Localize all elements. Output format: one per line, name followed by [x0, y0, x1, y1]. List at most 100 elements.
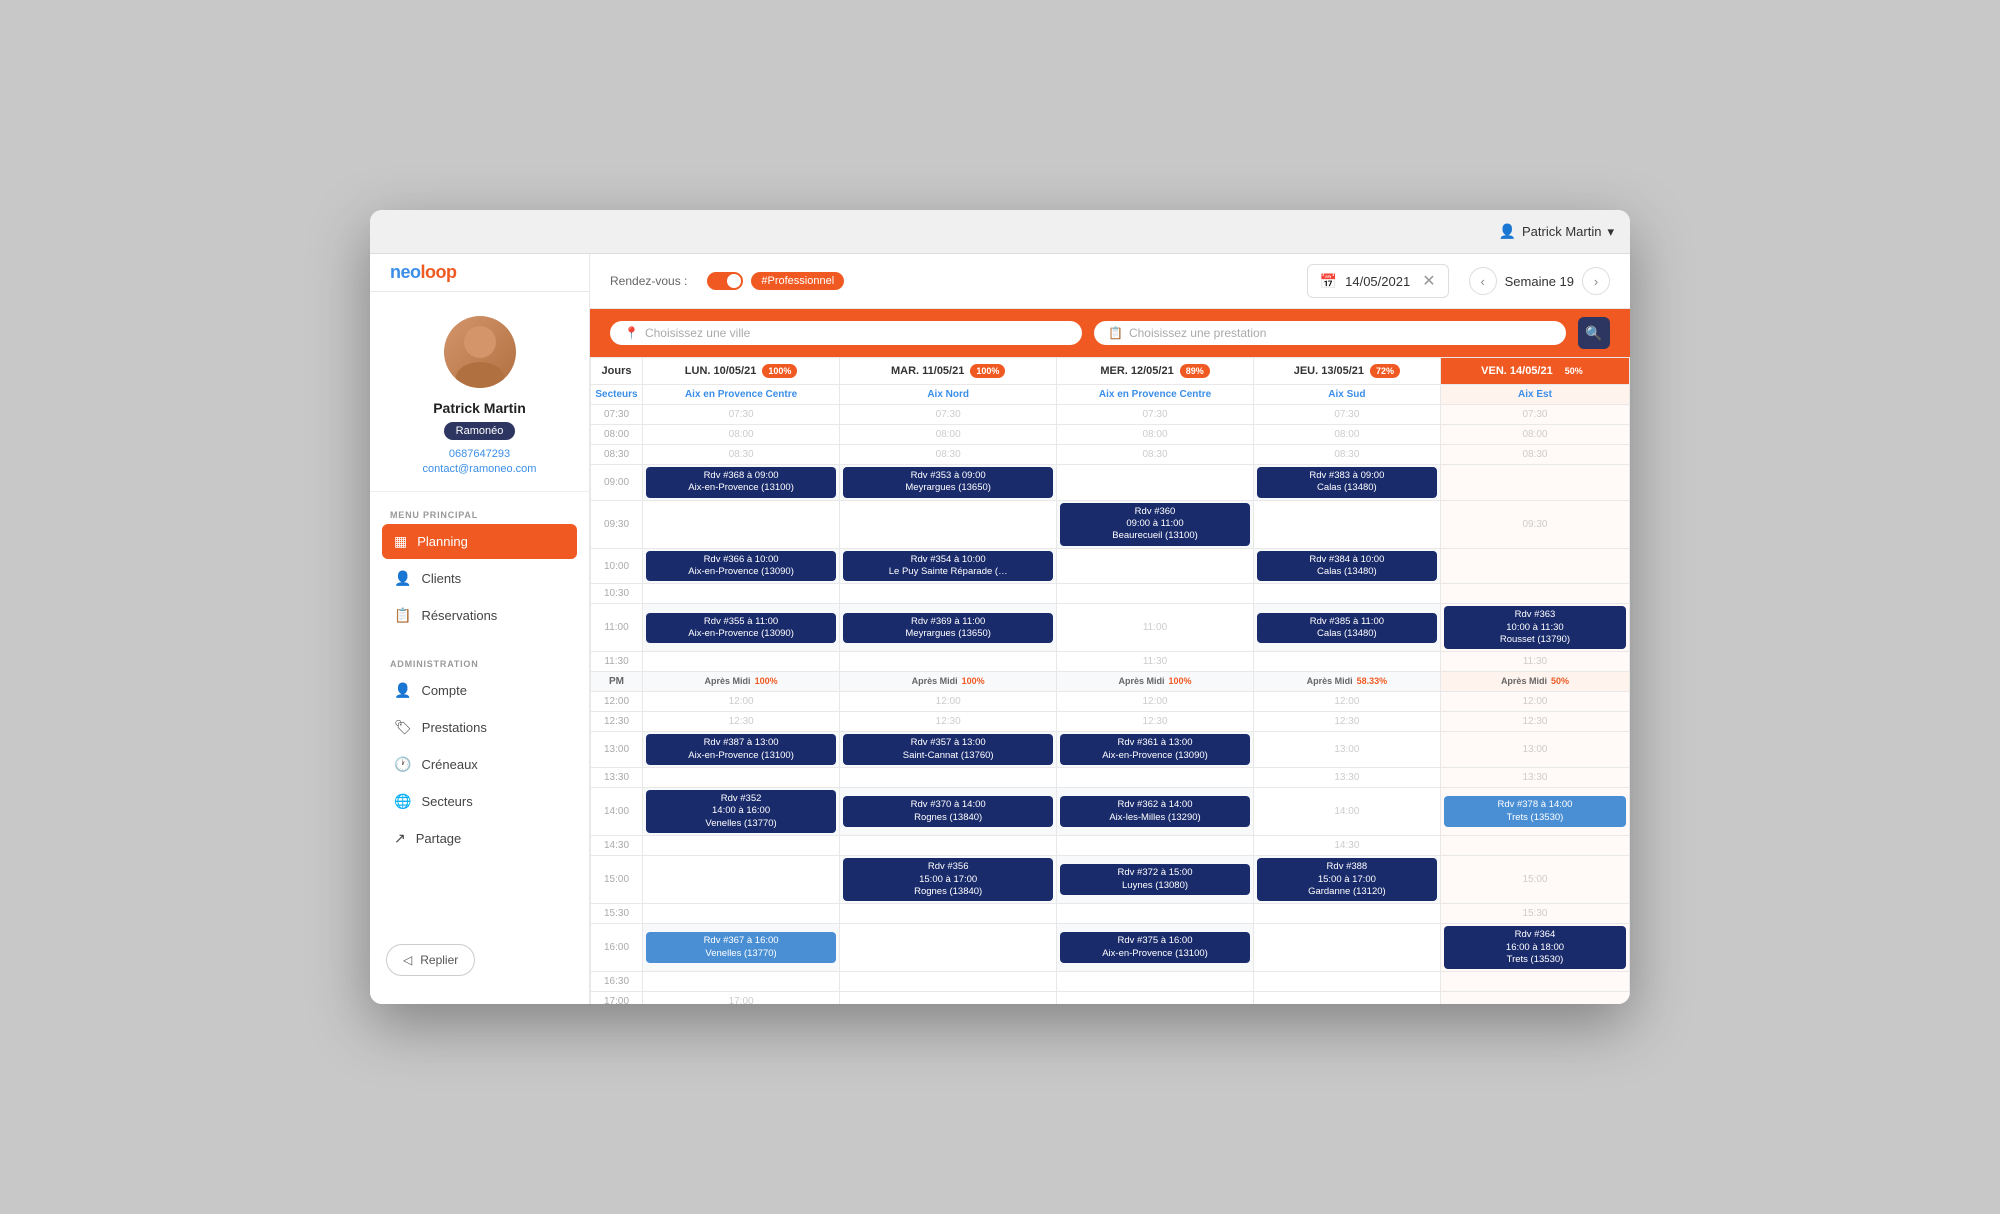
- appointment[interactable]: Rdv #363 10:00 à 11:30 Rousset (13790): [1444, 606, 1626, 649]
- appt-cell[interactable]: Rdv #369 à 11:00 Meyrargues (13650): [840, 604, 1057, 652]
- sidebar-item-compte[interactable]: 👤 Compte: [382, 673, 577, 708]
- appt-cell[interactable]: 08:00: [1057, 425, 1254, 445]
- appt-cell[interactable]: 13:30: [1440, 768, 1629, 788]
- appointment[interactable]: Rdv #356 15:00 à 17:00 Rognes (13840): [843, 858, 1053, 901]
- appt-cell[interactable]: Rdv #354 à 10:00 Le Puy Sainte Réparade …: [840, 548, 1057, 584]
- appt-cell[interactable]: Rdv #388 15:00 à 17:00 Gardanne (13120): [1253, 856, 1440, 904]
- appointment[interactable]: Rdv #378 à 14:00 Trets (13530): [1444, 796, 1626, 827]
- user-menu[interactable]: 👤 Patrick Martin ▾: [1499, 223, 1614, 240]
- appt-cell[interactable]: 08:00: [1440, 425, 1629, 445]
- appt-cell[interactable]: [1253, 904, 1440, 924]
- replier-button[interactable]: ◁ Replier: [386, 944, 475, 976]
- appt-cell[interactable]: 08:30: [1440, 445, 1629, 465]
- appointment[interactable]: Rdv #352 14:00 à 16:00 Venelles (13770): [646, 790, 836, 833]
- appt-cell[interactable]: [840, 584, 1057, 604]
- appt-cell[interactable]: [840, 836, 1057, 856]
- appt-cell[interactable]: Rdv #368 à 09:00 Aix-en-Provence (13100): [643, 465, 840, 501]
- appt-cell[interactable]: [1253, 500, 1440, 548]
- appointment[interactable]: Rdv #353 à 09:00 Meyrargues (13650): [843, 467, 1053, 498]
- appt-cell[interactable]: Rdv #355 à 11:00 Aix-en-Provence (13090): [643, 604, 840, 652]
- appt-cell[interactable]: Rdv #383 à 09:00 Calas (13480): [1253, 465, 1440, 501]
- sidebar-item-secteurs[interactable]: 🌐 Secteurs: [382, 784, 577, 819]
- appt-cell[interactable]: 12:30: [1440, 712, 1629, 732]
- appt-cell[interactable]: [1057, 972, 1254, 992]
- appt-cell[interactable]: Rdv #367 à 16:00 Venelles (13770): [643, 924, 840, 972]
- appointment[interactable]: Rdv #383 à 09:00 Calas (13480): [1257, 467, 1437, 498]
- appt-cell[interactable]: [1057, 548, 1254, 584]
- appt-cell[interactable]: Rdv #360 09:00 à 11:00 Beaurecueil (1310…: [1057, 500, 1254, 548]
- search-button[interactable]: 🔍: [1578, 317, 1610, 349]
- appointment[interactable]: Rdv #369 à 11:00 Meyrargues (13650): [843, 613, 1053, 644]
- appt-cell[interactable]: 07:30: [1253, 405, 1440, 425]
- appt-cell[interactable]: 12:00: [643, 692, 840, 712]
- appt-cell[interactable]: 07:30: [643, 405, 840, 425]
- appt-cell[interactable]: [1057, 768, 1254, 788]
- appt-cell[interactable]: [1440, 972, 1629, 992]
- appt-cell[interactable]: [1057, 992, 1254, 1004]
- appt-cell[interactable]: Rdv #353 à 09:00 Meyrargues (13650): [840, 465, 1057, 501]
- appt-cell[interactable]: 12:30: [840, 712, 1057, 732]
- appt-cell[interactable]: Rdv #372 à 15:00 Luynes (13080): [1057, 856, 1254, 904]
- appt-cell[interactable]: [840, 652, 1057, 672]
- appt-cell[interactable]: [1253, 652, 1440, 672]
- appt-cell[interactable]: [840, 500, 1057, 548]
- appt-cell[interactable]: [1253, 584, 1440, 604]
- appt-cell[interactable]: [840, 768, 1057, 788]
- appt-cell[interactable]: 14:00: [1253, 788, 1440, 836]
- appointment[interactable]: Rdv #387 à 13:00 Aix-en-Provence (13100): [646, 734, 836, 765]
- appt-cell[interactable]: 17:00: [643, 992, 840, 1004]
- appt-cell[interactable]: 08:00: [840, 425, 1057, 445]
- appointment[interactable]: Rdv #372 à 15:00 Luynes (13080): [1060, 864, 1250, 895]
- appt-cell[interactable]: [1057, 836, 1254, 856]
- appt-cell[interactable]: Rdv #357 à 13:00 Saint-Cannat (13760): [840, 732, 1057, 768]
- appt-cell[interactable]: Rdv #363 10:00 à 11:30 Rousset (13790): [1440, 604, 1629, 652]
- date-picker[interactable]: 📅 14/05/2021 ✕: [1307, 264, 1449, 298]
- appt-cell[interactable]: [643, 856, 840, 904]
- appt-cell[interactable]: [1440, 465, 1629, 501]
- appt-cell[interactable]: 08:30: [840, 445, 1057, 465]
- appt-cell[interactable]: Rdv #370 à 14:00 Rognes (13840): [840, 788, 1057, 836]
- appt-cell[interactable]: [1253, 924, 1440, 972]
- sidebar-item-planning[interactable]: ▦ Planning: [382, 524, 577, 559]
- appointment[interactable]: Rdv #362 à 14:00 Aix-les-Milles (13290): [1060, 796, 1250, 827]
- appt-cell[interactable]: 13:30: [1253, 768, 1440, 788]
- appt-cell[interactable]: Rdv #384 à 10:00 Calas (13480): [1253, 548, 1440, 584]
- appointment[interactable]: Rdv #385 à 11:00 Calas (13480): [1257, 613, 1437, 644]
- appointment[interactable]: Rdv #360 09:00 à 11:00 Beaurecueil (1310…: [1060, 503, 1250, 546]
- appt-cell[interactable]: [1253, 972, 1440, 992]
- appt-cell[interactable]: 12:00: [1440, 692, 1629, 712]
- appt-cell[interactable]: 08:00: [1253, 425, 1440, 445]
- appointment[interactable]: Rdv #361 à 13:00 Aix-en-Provence (13090): [1060, 734, 1250, 765]
- appt-cell[interactable]: 13:00: [1440, 732, 1629, 768]
- appt-cell[interactable]: 12:30: [1057, 712, 1254, 732]
- appt-cell[interactable]: 15:30: [1440, 904, 1629, 924]
- service-filter[interactable]: 📋 Choisissez une prestation: [1094, 321, 1566, 345]
- appt-cell[interactable]: [840, 992, 1057, 1004]
- appt-cell[interactable]: 14:30: [1253, 836, 1440, 856]
- appt-cell[interactable]: [643, 836, 840, 856]
- appt-cell[interactable]: [1253, 992, 1440, 1004]
- appointment[interactable]: Rdv #366 à 10:00 Aix-en-Provence (13090): [646, 551, 836, 582]
- sidebar-item-prestations[interactable]: 🏷 Prestations: [382, 710, 577, 745]
- appointment[interactable]: Rdv #368 à 09:00 Aix-en-Provence (13100): [646, 467, 836, 498]
- appt-cell[interactable]: [1057, 465, 1254, 501]
- appt-cell[interactable]: 11:30: [1440, 652, 1629, 672]
- appt-cell[interactable]: Rdv #385 à 11:00 Calas (13480): [1253, 604, 1440, 652]
- appt-cell[interactable]: 12:00: [1253, 692, 1440, 712]
- appt-cell[interactable]: 12:30: [1253, 712, 1440, 732]
- appt-cell[interactable]: 09:30: [1440, 500, 1629, 548]
- appt-cell[interactable]: [1440, 836, 1629, 856]
- appt-cell[interactable]: [643, 972, 840, 992]
- city-filter[interactable]: 📍 Choisissez une ville: [610, 321, 1082, 345]
- next-week-button[interactable]: ›: [1582, 267, 1610, 295]
- appt-cell[interactable]: 08:30: [643, 445, 840, 465]
- appt-cell[interactable]: [643, 652, 840, 672]
- appt-cell[interactable]: [643, 768, 840, 788]
- appt-cell[interactable]: [1440, 992, 1629, 1004]
- appt-cell[interactable]: 13:00: [1253, 732, 1440, 768]
- appointment[interactable]: Rdv #367 à 16:00 Venelles (13770): [646, 932, 836, 963]
- appt-cell[interactable]: 08:30: [1253, 445, 1440, 465]
- appt-cell[interactable]: [840, 924, 1057, 972]
- sidebar-item-reservations[interactable]: 📋 Réservations: [382, 598, 577, 633]
- appt-cell[interactable]: 12:30: [643, 712, 840, 732]
